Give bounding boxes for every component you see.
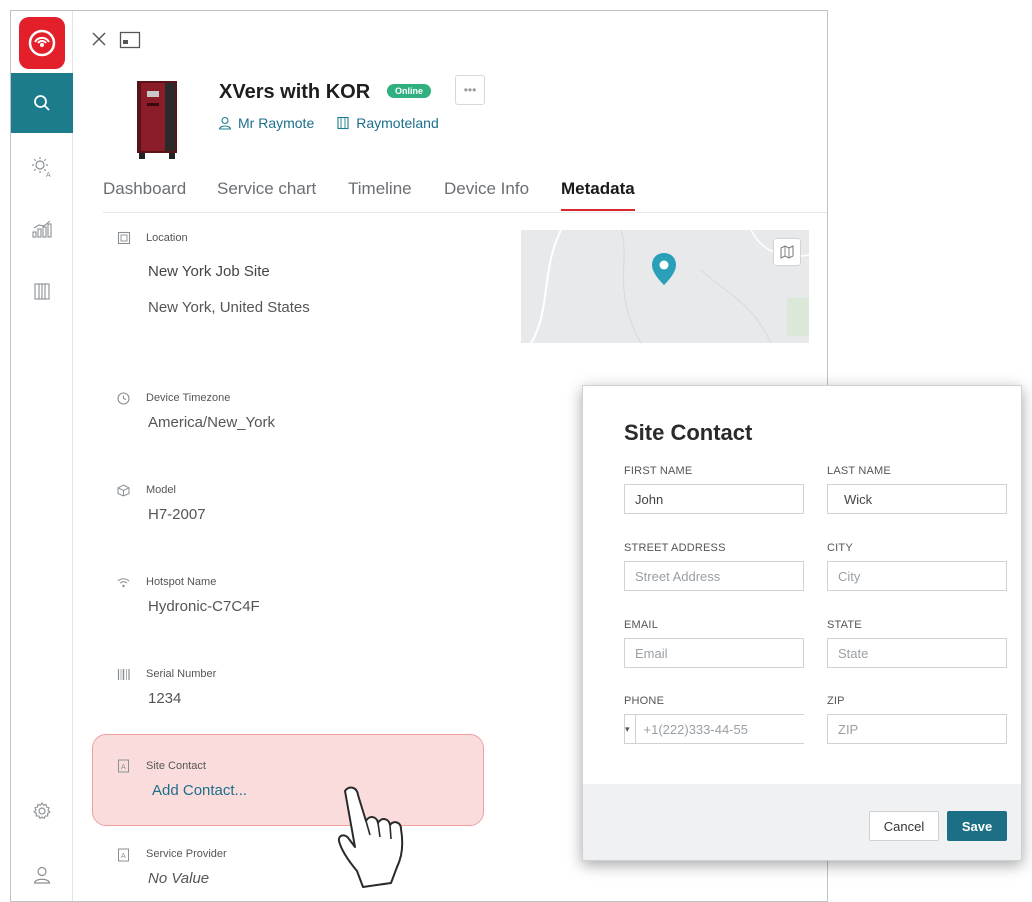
- site-link[interactable]: Raymoteland: [356, 115, 439, 131]
- more-icon: •••: [463, 83, 477, 97]
- phone-input[interactable]: [635, 715, 828, 743]
- last-name-label: LAST NAME: [827, 465, 891, 477]
- sidebar-item-buildings[interactable]: [11, 261, 73, 321]
- app-logo[interactable]: [19, 17, 65, 69]
- map-pin-icon: [652, 253, 676, 285]
- contact-card-icon: A: [118, 759, 129, 773]
- email-input[interactable]: [624, 638, 804, 668]
- location-label: Location: [146, 232, 188, 244]
- device-title: XVers with KOR: [219, 81, 371, 103]
- phone-label: PHONE: [624, 695, 665, 707]
- building-icon: [34, 283, 50, 300]
- first-name-input[interactable]: [624, 484, 804, 514]
- building-icon: [337, 116, 349, 130]
- zip-input[interactable]: [827, 714, 1007, 744]
- phone-field: ▾: [624, 714, 828, 744]
- serial-label: Serial Number: [146, 668, 217, 680]
- timezone-label: Device Timezone: [146, 392, 231, 404]
- settings-icon: [33, 802, 51, 820]
- hotspot-value: Hydronic-C7C4F: [148, 598, 260, 615]
- tab-device-info[interactable]: Device Info: [444, 179, 529, 209]
- analytics-icon: [32, 220, 52, 238]
- state-input[interactable]: [827, 638, 1007, 668]
- logo-icon: [28, 29, 56, 57]
- state-label: STATE: [827, 619, 862, 631]
- site-contact-dialog: Site Contact FIRST NAME LAST NAME STREET…: [582, 385, 1022, 861]
- tab-bar: Dashboard Service chart Timeline Device …: [103, 179, 827, 213]
- map-image: [530, 230, 809, 343]
- street-address-input[interactable]: [624, 561, 804, 591]
- map-view-button[interactable]: [773, 238, 801, 266]
- sidebar-item-weather[interactable]: A: [11, 137, 73, 197]
- pointing-hand-icon: [337, 786, 404, 888]
- add-contact-link[interactable]: Add Contact...: [152, 782, 247, 799]
- site-contact-label: Site Contact: [146, 760, 206, 772]
- sun-icon: A: [32, 157, 51, 178]
- chevron-down-icon: ▾: [625, 723, 630, 734]
- tab-timeline[interactable]: Timeline: [348, 179, 412, 209]
- owner-link[interactable]: Mr Raymote: [238, 115, 314, 131]
- email-label: EMAIL: [624, 619, 659, 631]
- dialog-title: Site Contact: [624, 420, 753, 445]
- hotspot-label: Hotspot Name: [146, 576, 217, 588]
- sidebar-item-settings[interactable]: [11, 781, 73, 841]
- close-button[interactable]: [91, 31, 107, 52]
- sidebar-item-profile[interactable]: [11, 845, 73, 901]
- person-icon: [218, 116, 232, 130]
- search-icon: [34, 95, 50, 111]
- country-code-select[interactable]: ▾: [625, 715, 636, 743]
- tab-metadata[interactable]: Metadata: [561, 179, 635, 211]
- device-image: [133, 79, 181, 161]
- save-button[interactable]: Save: [947, 811, 1007, 841]
- timezone-value: America/New_York: [148, 414, 275, 431]
- dialog-footer: Cancel Save: [583, 784, 1021, 860]
- svg-text:A: A: [121, 764, 126, 771]
- location-name: New York Job Site: [148, 263, 270, 280]
- tab-service-chart[interactable]: Service chart: [217, 179, 316, 209]
- device-owner-row: Mr Raymote Raymoteland: [218, 115, 439, 131]
- minimize-window-icon: [119, 31, 141, 49]
- location-map[interactable]: [521, 230, 809, 343]
- clock-icon: [117, 392, 130, 405]
- svg-text:A: A: [121, 853, 126, 860]
- barcode-icon: [117, 669, 130, 680]
- tab-dashboard[interactable]: Dashboard: [103, 179, 186, 209]
- wifi-icon: [117, 578, 130, 588]
- city-label: CITY: [827, 542, 853, 554]
- service-provider-value: No Value: [148, 870, 210, 887]
- status-badge: Online: [387, 84, 431, 98]
- service-provider-label: Service Provider: [146, 848, 227, 860]
- location-icon: [117, 231, 131, 245]
- model-label: Model: [146, 484, 176, 496]
- city-input[interactable]: [827, 561, 1007, 591]
- user-icon: [33, 866, 51, 884]
- minimize-window-button[interactable]: [119, 31, 141, 54]
- zip-label: ZIP: [827, 695, 845, 707]
- cancel-button[interactable]: Cancel: [869, 811, 939, 841]
- sidebar-item-analytics[interactable]: [11, 199, 73, 259]
- first-name-label: FIRST NAME: [624, 465, 693, 477]
- more-options-button[interactable]: •••: [455, 75, 485, 105]
- sidebar-item-search[interactable]: [11, 73, 73, 133]
- location-address: New York, United States: [148, 299, 310, 316]
- serial-value: 1234: [148, 690, 182, 707]
- close-icon: [92, 32, 106, 46]
- street-address-label: STREET ADDRESS: [624, 542, 726, 554]
- cube-icon: [117, 484, 130, 497]
- contact-card-icon: A: [118, 848, 129, 862]
- model-value: H7-2007: [148, 506, 206, 523]
- sidebar: A: [11, 11, 73, 901]
- last-name-input[interactable]: [827, 484, 1007, 514]
- map-icon: [780, 245, 794, 259]
- svg-text:A: A: [46, 172, 51, 178]
